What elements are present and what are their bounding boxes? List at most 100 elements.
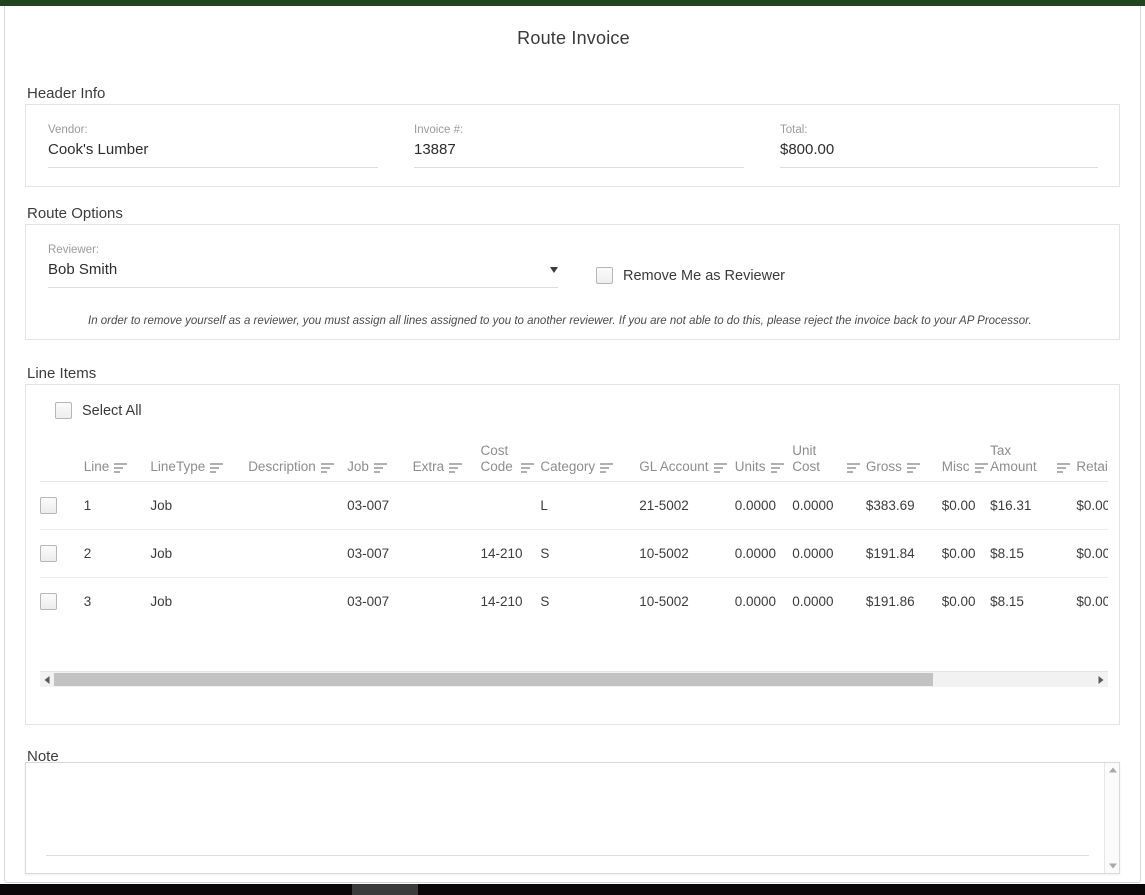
table-row[interactable]: 2 Job 03-007 14-210 S 10-5002 0.0000 0.0… [40,529,1108,578]
col-unit-cost[interactable]: Unit Cost [792,443,866,482]
scroll-left-arrow-icon[interactable] [40,672,54,688]
total-label: Total: [780,124,808,136]
col-category[interactable]: Category [540,443,640,482]
cell-line: 1 [83,481,151,530]
scroll-track[interactable] [54,673,1094,686]
cell-retainage: $0.00 [1076,481,1108,530]
sort-icon [373,463,387,473]
table-row[interactable]: 1 Job 03-007 L 21-5002 0.0000 0.0000 $38… [40,481,1108,530]
sort-icon [320,463,334,473]
col-tax-amount[interactable]: Tax Amount [990,443,1077,482]
note-vertical-scrollbar[interactable] [1104,763,1119,873]
vendor-value: Cook's Lumber [48,141,149,158]
cell-tax-amount: $8.15 [990,529,1077,578]
line-items-header-row: Line LineType Description Job Extra Cost… [40,443,1108,482]
line-items-table: Line LineType Description Job Extra Cost… [40,443,1108,625]
cell-misc: $0.00 [941,481,991,530]
cell-description [248,481,348,530]
page-card: Route Invoice Header Info Vendor: Cook's… [4,6,1141,883]
scroll-up-arrow-icon[interactable] [1105,763,1120,777]
sort-icon [770,463,784,473]
cell-linetype: Job [150,529,249,578]
page-title: Route Invoice [517,28,630,48]
invoice-number-field[interactable]: Invoice #: 13887 [414,123,744,168]
reviewer-helper-text: In order to remove yourself as a reviewe… [88,315,1032,327]
cell-category: S [540,529,640,578]
sort-icon [1057,463,1071,473]
cell-retainage: $0.00 [1076,594,1108,609]
line-items-scroll-viewport[interactable]: Line LineType Description Job Extra Cost… [40,443,1108,659]
route-options-panel: Reviewer: Bob Smith Remove Me as Reviewe… [25,224,1120,340]
total-value: $800.00 [780,141,835,158]
cell-misc: $0.00 [941,594,976,609]
cell-gl-account: 21-5002 [639,481,735,530]
row-select-cell[interactable] [40,529,84,578]
cell-extra [413,578,481,626]
total-field[interactable]: Total: $800.00 [780,123,1098,168]
remove-me-as-reviewer-row[interactable]: Remove Me as Reviewer [596,267,785,284]
cell-gross: $383.69 [865,481,942,530]
row-select-cell[interactable] [40,481,84,530]
row-checkbox[interactable] [40,593,57,610]
vendor-field[interactable]: Vendor: Cook's Lumber [48,123,378,168]
cell-job: 03-007 [347,481,413,530]
sort-icon [846,463,860,473]
cell-units: 0.0000 [734,594,777,609]
vendor-underline [48,167,378,168]
col-extra[interactable]: Extra [412,443,481,482]
header-info-section-label: Header Info [27,85,106,102]
line-items-horizontal-scrollbar[interactable] [40,671,1108,687]
cell-extra [412,481,481,530]
sort-icon [210,463,224,473]
cell-cost-code: 14-210 [480,594,523,609]
cell-cost-code: 14-210 [480,529,541,578]
col-gross[interactable]: Gross [865,443,942,482]
reviewer-value: Bob Smith [48,259,558,281]
chevron-down-icon[interactable] [550,267,558,273]
reviewer-label: Reviewer: [48,244,100,256]
cell-unit-cost: 0.0000 [792,481,866,530]
row-checkbox[interactable] [40,545,57,562]
scroll-down-arrow-icon[interactable] [1105,859,1120,873]
row-checkbox[interactable] [40,497,57,514]
select-all-checkbox[interactable] [55,402,72,419]
reviewer-select[interactable]: Reviewer: Bob Smith [48,243,558,288]
cell-linetype: Job [150,481,249,530]
table-row[interactable]: 3 Job 03-007 14-210 S 10-5002 0.0000 0.0… [40,578,1108,626]
col-description[interactable]: Description [248,443,348,482]
cell-line: 3 [83,594,92,609]
cell-units: 0.0000 [734,481,793,530]
col-gl-account[interactable]: GL Account [639,443,735,482]
row-select-cell[interactable] [40,578,84,626]
sort-icon [906,463,920,473]
col-cost-code[interactable]: Cost Code [480,443,541,482]
sort-icon [114,463,128,473]
cell-gl-account: 10-5002 [639,529,735,578]
sort-icon [521,463,535,473]
col-linetype[interactable]: LineType [150,443,249,482]
total-underline [780,167,1098,168]
sort-icon [449,463,463,473]
invoice-number-label: Invoice #: [414,124,464,136]
col-job[interactable]: Job [347,443,413,482]
col-retainage[interactable]: Retainage [1076,443,1108,482]
col-misc[interactable]: Misc [941,443,991,482]
col-line[interactable]: Line [83,443,151,482]
cell-description [248,578,347,626]
remove-me-as-reviewer-checkbox[interactable] [596,267,613,284]
note-textarea[interactable] [25,762,1120,874]
vendor-label: Vendor: [48,124,88,136]
sort-icon [713,463,727,473]
header-info-panel: Vendor: Cook's Lumber Invoice #: 13887 T… [25,104,1120,187]
window-scroll-thumb[interactable] [352,884,418,895]
scroll-right-arrow-icon[interactable] [1094,672,1108,688]
cell-misc: $0.00 [941,529,991,578]
cell-gl-account: 10-5002 [639,594,689,609]
select-all-row[interactable]: Select All [55,402,142,419]
cell-linetype: Job [150,594,173,609]
cell-job: 03-007 [347,529,413,578]
cell-extra [412,529,481,578]
col-units[interactable]: Units [734,443,793,482]
window-bottom-scrollbar[interactable] [0,884,1145,895]
scroll-thumb[interactable] [54,673,933,686]
